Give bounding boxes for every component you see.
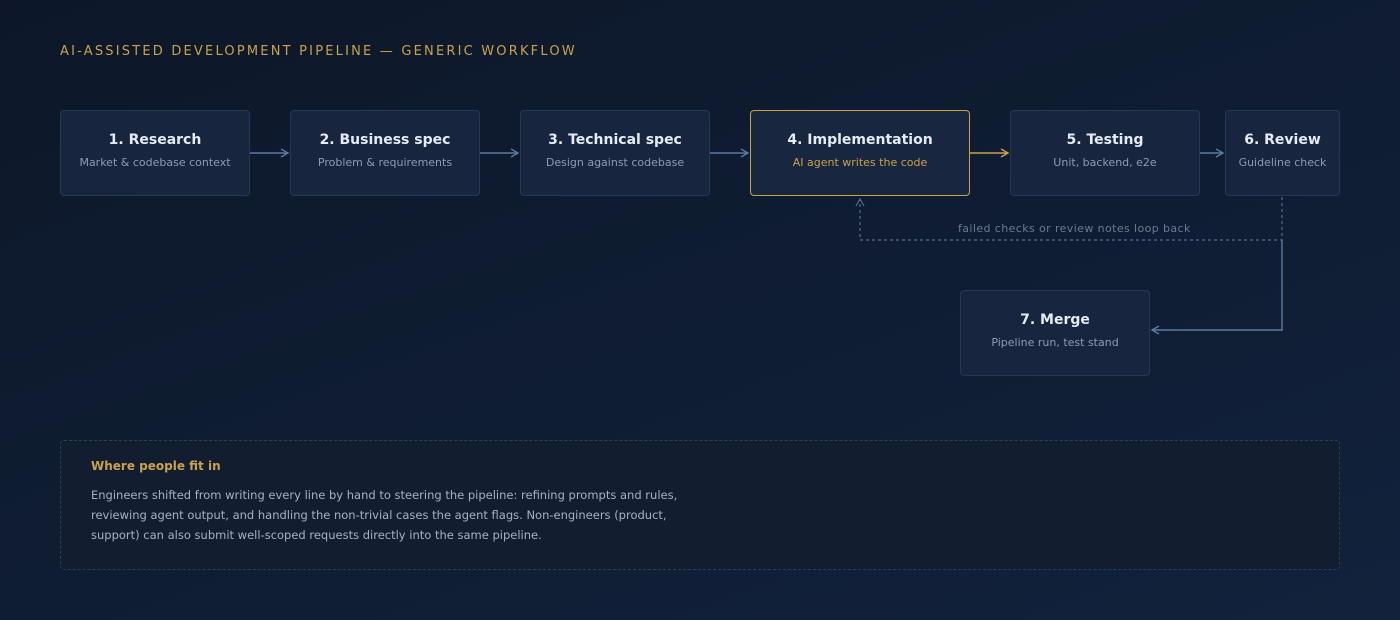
step-subtitle: AI agent writes the code bbox=[792, 156, 928, 169]
step-title: 5. Testing bbox=[1066, 132, 1144, 148]
step-subtitle: Unit, backend, e2e bbox=[1053, 156, 1157, 169]
step-subtitle: Guideline check bbox=[1238, 156, 1327, 169]
step-technical-spec: 3. Technical spec Design against codebas… bbox=[520, 110, 710, 196]
step-business-spec: 2. Business spec Problem & requirements bbox=[290, 110, 480, 196]
step-title: 2. Business spec bbox=[319, 132, 451, 148]
step-subtitle: Market & codebase context bbox=[79, 156, 231, 169]
step-title: 1. Research bbox=[108, 132, 202, 148]
people-box-body: Engineers shifted from writing every lin… bbox=[91, 488, 678, 542]
step-title: 6. Review bbox=[1244, 132, 1321, 148]
arrow-review-to-merge bbox=[1150, 240, 1283, 335]
people-box-title: Where people fit in bbox=[91, 459, 221, 473]
people-info-box: Where people fit in Engineers shifted fr… bbox=[60, 440, 1340, 570]
step-testing: 5. Testing Unit, backend, e2e bbox=[1010, 110, 1200, 196]
step-title: 7. Merge bbox=[1020, 312, 1090, 328]
step-implementation: 4. Implementation AI agent writes the co… bbox=[750, 110, 970, 196]
step-merge: 7. Merge Pipeline run, test stand bbox=[960, 290, 1150, 376]
loop-back-note: failed checks or review notes loop back bbox=[958, 222, 1191, 235]
step-title: 3. Technical spec bbox=[548, 132, 682, 148]
step-subtitle: Problem & requirements bbox=[317, 156, 453, 169]
step-review: 6. Review Guideline check bbox=[1225, 110, 1340, 196]
step-title: 4. Implementation bbox=[787, 132, 933, 148]
step-subtitle: Pipeline run, test stand bbox=[991, 336, 1119, 349]
step-research: 1. Research Market & codebase context bbox=[60, 110, 250, 196]
step-subtitle: Design against codebase bbox=[545, 156, 685, 169]
